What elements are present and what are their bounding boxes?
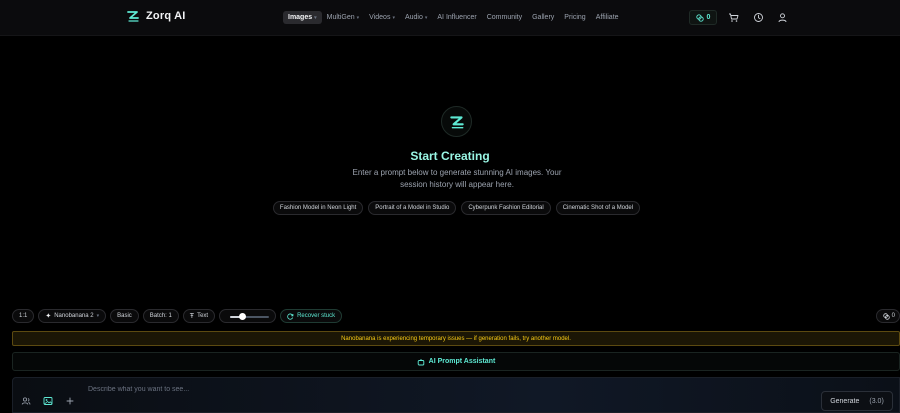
chevron-down-icon: ▾ [424, 14, 428, 21]
credits-pill[interactable]: 0 [876, 309, 900, 323]
refresh-icon [287, 313, 294, 320]
hero-logo [441, 106, 472, 137]
nav-item-affiliate[interactable]: Affiliate [591, 11, 624, 24]
suggestion-chip[interactable]: Fashion Model in Neon Light [272, 201, 364, 215]
generate-cost: (3.0) [869, 397, 884, 405]
suggestion-chips: Fashion Model in Neon Light Portrait of … [0, 201, 900, 215]
coins-icon [882, 312, 890, 320]
suggestion-chip[interactable]: Portrait of a Model in Studio [368, 201, 457, 215]
clock-icon[interactable] [753, 12, 764, 23]
people-icon[interactable] [21, 396, 31, 406]
prompt-panel: Generate (3.0) [12, 377, 900, 413]
slider-thumb[interactable] [238, 313, 246, 320]
credits-badge[interactable]: 0 [689, 10, 717, 25]
strength-slider[interactable] [219, 309, 277, 323]
assistant-icon [417, 358, 424, 365]
generation-toolbar: 1:1 ✦ Nanobanana 2 ▾ Basic Batch: 1 Ŧ Te… [12, 309, 343, 323]
suggestion-chip[interactable]: Cinematic Shot of a Model [555, 201, 641, 215]
nav-item-audio[interactable]: Audio ▾ [400, 11, 432, 24]
ai-prompt-assistant-button[interactable]: AI Prompt Assistant [12, 352, 900, 371]
text-icon: Ŧ [189, 312, 195, 320]
main-nav: Images ▾ MultiGen ▾ Videos ▾ Audio ▾ AI Infl… [283, 11, 624, 24]
chevron-down-icon: ▾ [392, 14, 395, 21]
brand-logo[interactable]: Zorq AI [126, 9, 186, 23]
sparkle-icon: ✦ [45, 313, 52, 320]
nav-item-images[interactable]: Images ▾ [283, 11, 322, 24]
hero-title: Start Creating [410, 149, 490, 163]
text-button[interactable]: Ŧ Text [182, 309, 216, 323]
prompt-input[interactable] [88, 386, 688, 393]
coins-icon [695, 13, 704, 22]
generate-button[interactable]: Generate (3.0) [821, 391, 893, 411]
nav-item-pricing[interactable]: Pricing [559, 11, 590, 24]
chevron-down-icon: ▾ [314, 14, 317, 21]
batch-button[interactable]: Batch: 1 [142, 309, 179, 323]
nav-item-videos[interactable]: Videos ▾ [364, 11, 400, 24]
nav-item-ai-influencer[interactable]: AI Influencer [432, 11, 481, 24]
nav-item-community[interactable]: Community [482, 11, 527, 24]
chevron-down-icon: ▾ [356, 14, 360, 21]
image-icon[interactable] [43, 396, 53, 406]
credits-count: 0 [706, 14, 711, 21]
top-header: Zorq AI Images ▾ MultiGen ▾ Videos ▾ Audio ▾… [0, 0, 900, 36]
recover-stuck-button[interactable]: Recover stuck [280, 309, 343, 323]
hero-subtitle: Enter a prompt below to generate stunnin… [352, 168, 562, 189]
aspect-ratio-button[interactable]: 1:1 [12, 309, 35, 323]
chevron-down-icon: ▾ [96, 313, 100, 319]
zorq-logo-icon [127, 11, 139, 22]
nav-item-gallery[interactable]: Gallery [527, 11, 559, 24]
suggestion-chip[interactable]: Cyberpunk Fashion Editorial [461, 201, 551, 215]
nav-item-multigen[interactable]: MultiGen ▾ [322, 11, 365, 24]
plus-icon[interactable] [65, 396, 75, 406]
cart-icon[interactable] [728, 12, 739, 23]
brand-name: Zorq AI [146, 10, 186, 22]
mode-button[interactable]: Basic [110, 309, 139, 323]
user-icon[interactable] [777, 12, 788, 23]
model-warning-banner: Nanobanana is experiencing temporary iss… [12, 331, 900, 346]
zorq-logo-icon [449, 115, 464, 128]
model-select[interactable]: ✦ Nanobanana 2 ▾ [38, 309, 107, 323]
